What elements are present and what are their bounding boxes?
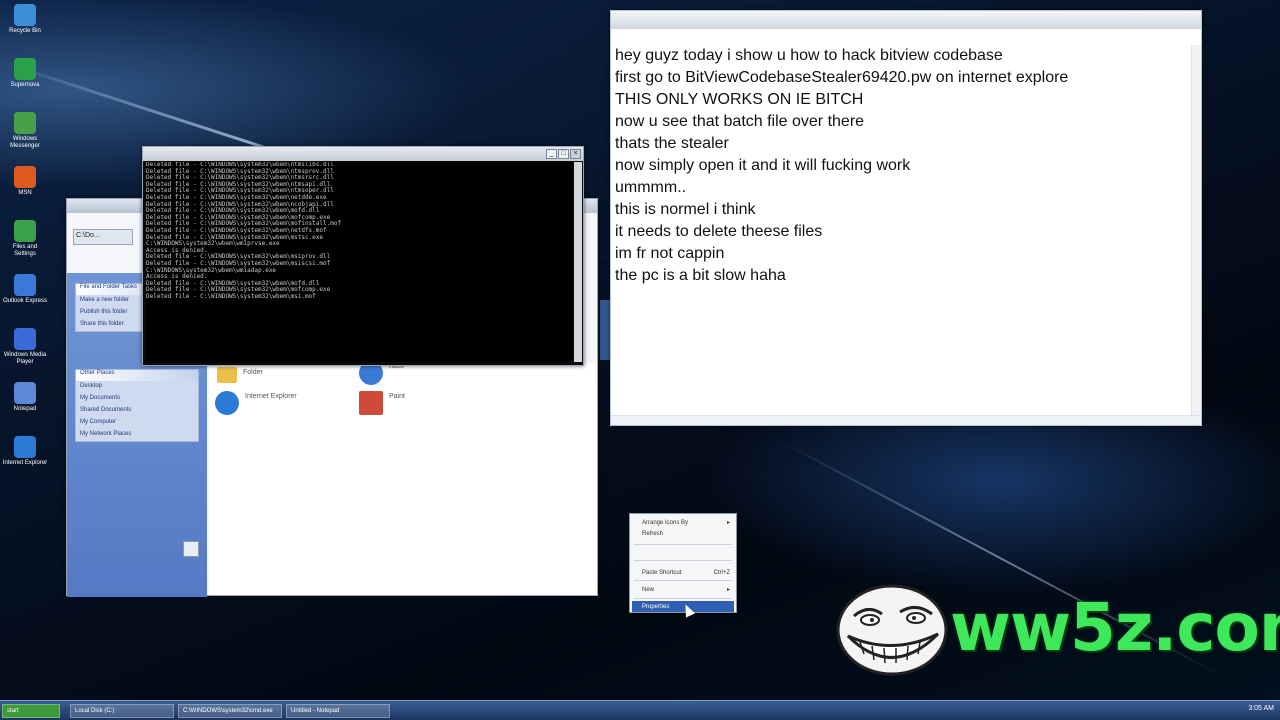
msn-icon (14, 166, 36, 188)
notepad-line: hey guyz today i show u how to hack bitv… (615, 47, 1003, 64)
file-label: Folder (243, 369, 263, 376)
menu-item-new[interactable]: New ▸ (632, 584, 734, 595)
menu-item-label: Paste Shortcut (642, 569, 682, 576)
folder-icon (217, 367, 237, 383)
notepad-line: first go to BitViewCodebaseStealer69420.… (615, 69, 1069, 86)
desktop-icon-label: Notepad (13, 406, 37, 412)
explorer-file-view: Folder hack Internet Explorer Paint (209, 361, 597, 595)
desktop-icon-label: Files and Settings (12, 244, 38, 257)
desktop-context-menu: Arrange Icons By ▸ Refresh Paste Shortcu… (629, 513, 737, 613)
place-item[interactable]: My Documents (76, 393, 198, 405)
maximize-button[interactable]: □ (558, 149, 569, 159)
desktop-icon[interactable]: Recycle Bin (2, 0, 48, 54)
menu-item-label: Arrange Icons By (642, 519, 689, 526)
taskbar-item-cmd[interactable]: C:\WINDOWS\system32\cmd.exe (178, 704, 282, 718)
notepad-icon (14, 382, 36, 404)
menu-separator (634, 560, 732, 561)
menu-item-paste-shortcut[interactable]: Paste Shortcut Ctrl+Z (632, 567, 734, 578)
place-item[interactable]: My Computer (76, 417, 198, 429)
media-player-icon (14, 328, 36, 350)
notepad-line: now simply open it and it will fucking w… (615, 157, 911, 174)
cmd-output: Deleted file - C:\WINDOWS\system32\wbem\… (146, 162, 573, 362)
place-item[interactable]: Desktop (76, 381, 198, 393)
menu-item-label: Properties (642, 603, 670, 610)
ie-icon (14, 436, 36, 458)
notepad-window[interactable]: hey guyz today i show u how to hack bitv… (610, 10, 1202, 426)
transfer-icon (14, 220, 36, 242)
place-item[interactable]: My Network Places (76, 429, 198, 441)
menu-item-label: New (642, 586, 655, 593)
desktop-icon[interactable]: Internet Explorer (2, 432, 48, 486)
submenu-arrow-icon: ▸ (726, 587, 730, 593)
taskbar: start Local Disk (C:) C:\WINDOWS\system3… (0, 700, 1280, 720)
notepad-line: the pc is a bit slow haha (615, 267, 786, 284)
pane-scroll-thumb[interactable] (183, 541, 199, 557)
menu-item-arrange-icons[interactable]: Arrange Icons By ▸ (632, 517, 734, 528)
supernova-icon (14, 58, 36, 80)
notepad-horizontal-scrollbar[interactable] (611, 415, 1201, 425)
shortcut-key: Ctrl+Z (713, 569, 731, 576)
trollface-icon (836, 584, 948, 676)
watermark-text: ww5z.com (950, 589, 1280, 666)
tray-clock: 3:05 AM (1248, 705, 1274, 712)
cmd-window[interactable]: _ □ × Deleted file - C:\WINDOWS\system32… (142, 146, 584, 366)
console-line: C:\WINDOWS\system32\wbem\wmiadap.exe (146, 266, 277, 274)
taskbar-item-notepad[interactable]: Untitled - Notepad (286, 704, 390, 718)
desktop-icon-label: Recycle Bin (9, 28, 41, 34)
desktop-icon-label: MSN (18, 190, 32, 196)
close-button[interactable]: × (570, 149, 581, 159)
cmd-scrollbar[interactable] (574, 162, 582, 362)
desktop-icon[interactable]: Notepad (2, 378, 48, 432)
desktop-icon[interactable]: Windows Messenger (2, 108, 48, 162)
notepad-line: this is normel i think (615, 201, 756, 218)
file-label: Internet Explorer (245, 393, 297, 400)
desktop-icon[interactable]: Windows Media Player (2, 324, 48, 378)
desktop-icon-label: Internet Explorer (2, 460, 48, 466)
file-item[interactable]: Paint (359, 391, 405, 415)
desktop-icon[interactable]: MSN (2, 162, 48, 216)
menu-separator (634, 580, 732, 581)
place-item[interactable]: Shared Documents (76, 405, 198, 417)
notepad-titlebar[interactable] (611, 11, 1201, 29)
notepad-vertical-scrollbar[interactable] (1191, 45, 1201, 425)
explorer-address-field[interactable]: C:\Do... (73, 229, 133, 245)
outlook-icon (14, 274, 36, 296)
console-line: C:\WINDOWS\system32\wbem\wmiprvse.exe (146, 240, 280, 248)
watermark: ww5z.com (834, 580, 1280, 680)
taskbar-item-explorer[interactable]: Local Disk (C:) (70, 704, 174, 718)
notepad-line: im fr not cappin (615, 245, 725, 262)
other-places-header[interactable]: Other Places (76, 370, 198, 381)
desktop-icon[interactable]: Outlook Express (2, 270, 48, 324)
desktop-icon-label: Supernova (10, 82, 40, 88)
menu-item-label: Refresh (642, 530, 664, 537)
desktop-icon-label: Outlook Express (2, 298, 48, 304)
paint-icon (359, 391, 383, 415)
notepad-line: now u see that batch file over there (615, 113, 865, 130)
recycle-bin-icon (14, 4, 36, 26)
start-button[interactable]: start (2, 704, 60, 718)
minimize-button[interactable]: _ (546, 149, 557, 159)
menu-separator (634, 598, 732, 599)
file-label: Paint (389, 393, 405, 400)
desktop-icon-label: Windows Messenger (10, 136, 40, 149)
notepad-line: THIS ONLY WORKS ON IE BITCH (615, 91, 864, 108)
desktop-icon[interactable]: Files and Settings (2, 216, 48, 270)
other-places-box: Other Places Desktop My Documents Shared… (75, 369, 199, 442)
submenu-arrow-icon: ▸ (726, 520, 730, 526)
notepad-line: thats the stealer (615, 135, 729, 152)
notepad-text-area[interactable]: hey guyz today i show u how to hack bitv… (613, 45, 1191, 413)
notepad-line: ummmm.. (615, 179, 687, 196)
messenger-icon (14, 112, 36, 134)
file-item[interactable]: Internet Explorer (215, 391, 297, 415)
menu-item-refresh[interactable]: Refresh (632, 528, 734, 539)
menu-separator (634, 544, 732, 545)
desktop-icon-label: Windows Media Player (3, 352, 47, 365)
cmd-titlebar[interactable]: _ □ × (143, 147, 583, 161)
console-line: Deleted file - C:\WINDOWS\system32\wbem\… (146, 292, 316, 300)
file-item[interactable]: Folder (217, 367, 263, 383)
desktop-icon[interactable]: Supernova (2, 54, 48, 108)
ie-file-icon (215, 391, 239, 415)
notepad-line: it needs to delete theese files (615, 223, 823, 240)
desktop-icons: Recycle Bin Supernova Windows Messenger MSN… (2, 0, 48, 486)
